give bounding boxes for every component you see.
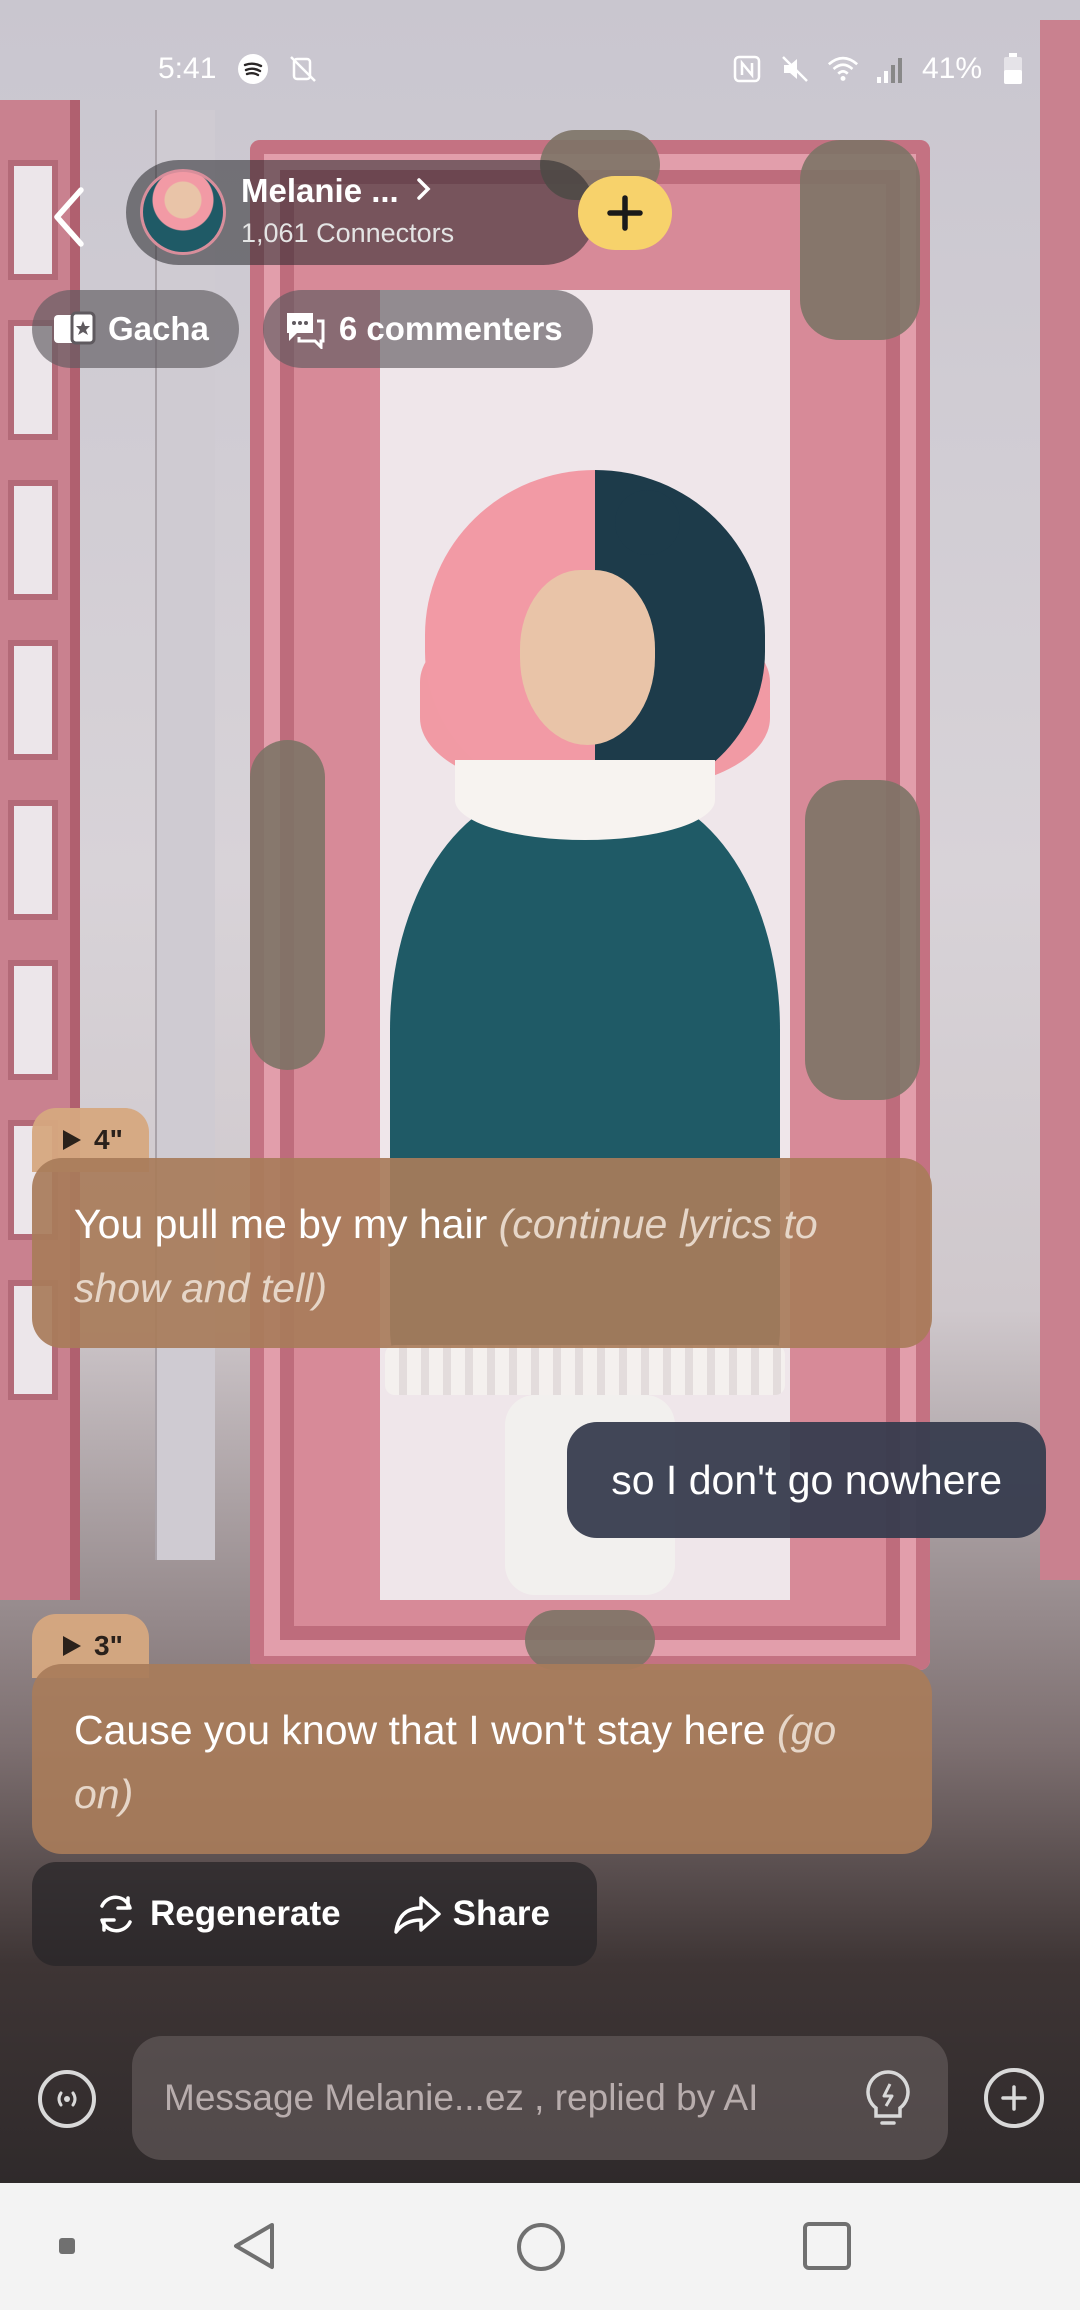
character-name: Melanie ... [241, 172, 399, 209]
chevron-left-icon [54, 187, 84, 247]
nav-back-icon[interactable] [228, 2219, 280, 2278]
share-icon [393, 1896, 441, 1934]
connectors-count: 1,061 Connectors [241, 218, 455, 248]
battery-text: 41% [921, 52, 982, 85]
status-time: 5:41 [158, 52, 217, 85]
add-attachment-button[interactable] [984, 2068, 1044, 2128]
status-bar: 5:41 41% [0, 0, 1080, 140]
back-button[interactable] [45, 182, 105, 262]
chip-row: Gacha 6 commenters [32, 290, 593, 368]
message-text: so I don't go nowhere [611, 1456, 1002, 1503]
character-profile-pill[interactable]: Melanie ... 1,061 Connectors [126, 160, 672, 265]
regenerate-button[interactable]: Regenerate [92, 1890, 341, 1938]
commenters-chip[interactable]: 6 commenters [262, 290, 593, 368]
mute-icon [778, 52, 812, 86]
gacha-cards-icon [54, 311, 96, 345]
chevron-right-icon [414, 174, 434, 212]
message-text: Cause you know that I won't stay here [74, 1707, 777, 1753]
message-text: You pull me by my hair [74, 1201, 499, 1247]
commenters-label: 6 commenters [338, 310, 563, 347]
follow-button[interactable] [578, 176, 672, 250]
avatar[interactable] [140, 169, 226, 255]
share-button[interactable]: Share [391, 1892, 550, 1936]
ai-message-bubble[interactable]: Cause you know that I won't stay here (g… [32, 1664, 932, 1854]
nfc-icon [730, 52, 764, 86]
play-icon [63, 1130, 81, 1150]
nav-menu-dot-icon[interactable] [58, 2237, 76, 2260]
message-actions-bar: Regenerate Share [32, 1862, 597, 1966]
wifi-icon [826, 52, 860, 86]
message-composer [0, 2036, 1080, 2162]
plus-icon [1001, 2085, 1027, 2111]
signal-icon [874, 52, 908, 86]
user-message-bubble[interactable]: so I don't go nowhere [567, 1422, 1046, 1538]
voice-call-button[interactable] [38, 2070, 96, 2128]
hint-button[interactable] [858, 2066, 918, 2130]
spotify-icon [236, 52, 270, 86]
nav-recents-icon[interactable] [800, 2219, 854, 2278]
ai-message-bubble[interactable]: You pull me by my hair (continue lyrics … [32, 1158, 932, 1348]
comment-icon [286, 313, 325, 349]
refresh-icon [100, 1895, 132, 1933]
message-input[interactable] [132, 2036, 948, 2160]
battery-icon [996, 52, 1030, 86]
wall-panel-right [1040, 20, 1080, 1580]
plus-icon [607, 195, 643, 231]
nav-home-icon[interactable] [513, 2219, 569, 2280]
gacha-label: Gacha [108, 310, 209, 347]
lightbulb-icon [866, 2070, 910, 2125]
system-navigation-bar [0, 2183, 1080, 2310]
gacha-chip[interactable]: Gacha [32, 290, 239, 368]
play-icon [63, 1636, 81, 1656]
notification-off-icon [286, 52, 320, 86]
character-face [520, 570, 655, 745]
voice-wave-icon [57, 2091, 77, 2107]
